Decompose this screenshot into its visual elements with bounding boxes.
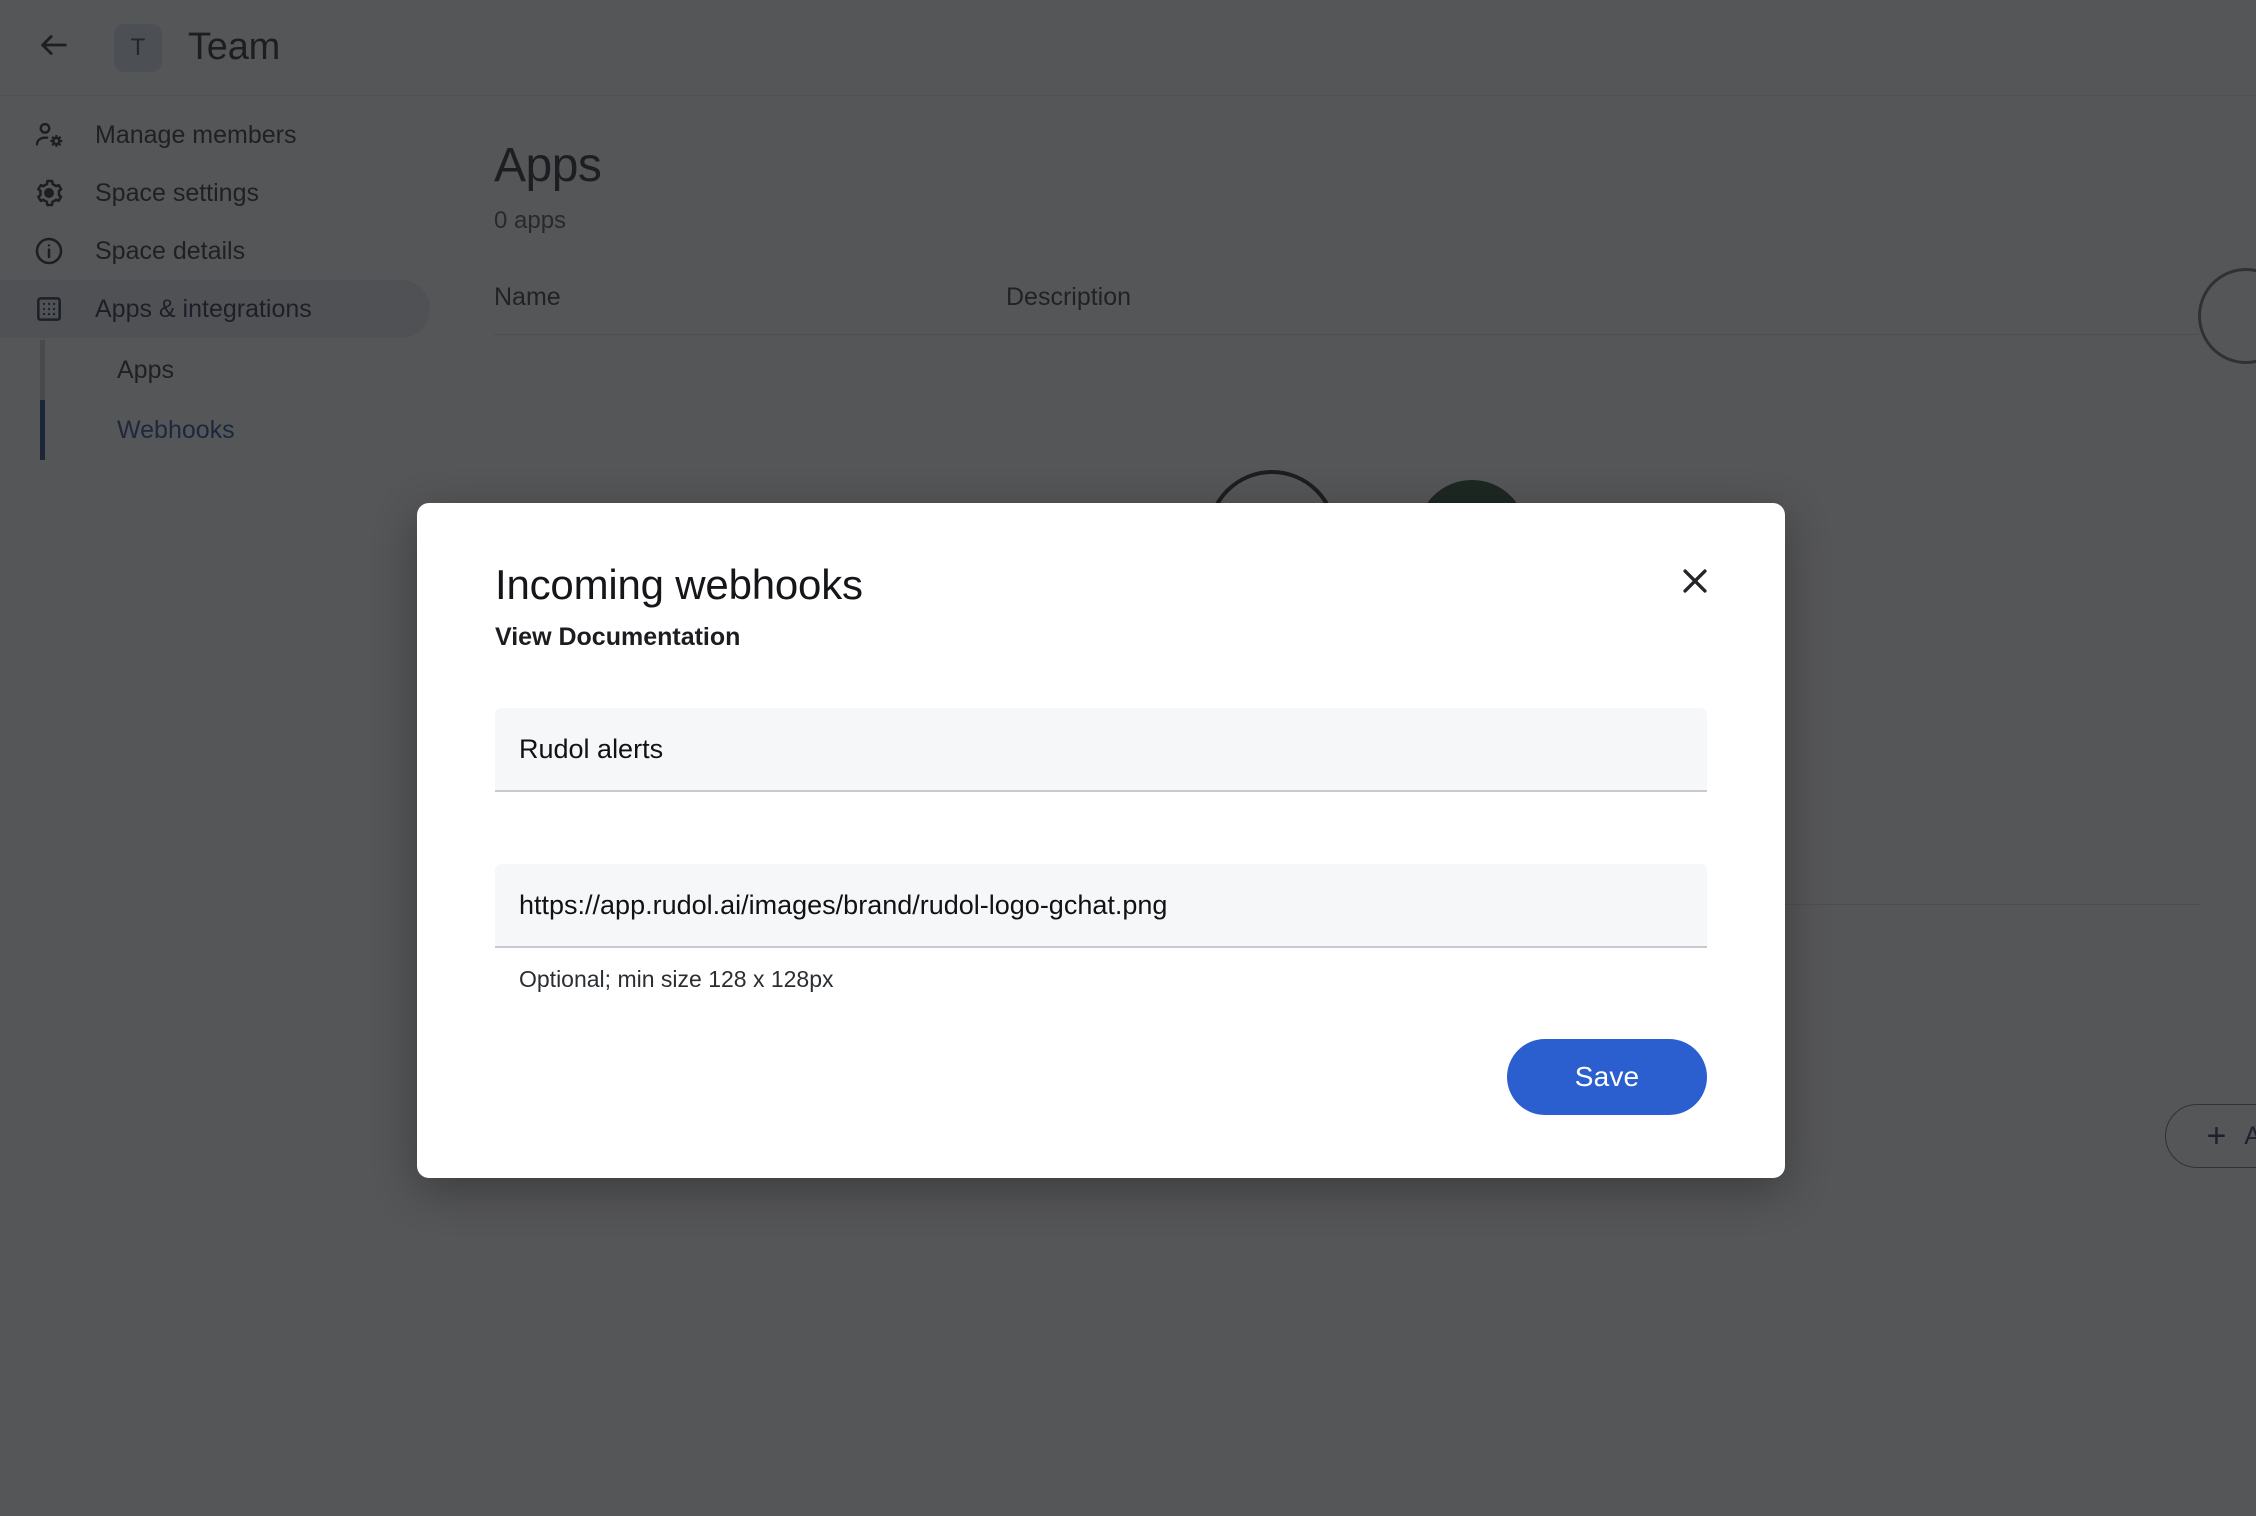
sidebar-item-label: Apps & integrations bbox=[95, 294, 312, 323]
back-button[interactable] bbox=[22, 16, 86, 80]
sidebar-subitem-label: Apps bbox=[117, 355, 174, 384]
info-circle-icon bbox=[28, 230, 70, 272]
sidebar-item-label: Space details bbox=[95, 236, 246, 265]
dialog-title: Incoming webhooks bbox=[495, 561, 863, 608]
save-button[interactable]: Save bbox=[1507, 1039, 1707, 1115]
decorative-circle bbox=[2198, 268, 2256, 364]
webhook-avatar-url-value: https://app.rudol.ai/images/brand/rudol-… bbox=[519, 889, 1168, 920]
sidebar-item-space-settings[interactable]: Space settings bbox=[0, 164, 430, 222]
sidebar-subitem-apps[interactable]: Apps bbox=[40, 340, 430, 400]
sidebar-item-manage-members[interactable]: Manage members bbox=[0, 106, 430, 164]
dialog-actions: Save bbox=[495, 1039, 1707, 1115]
sidebar-subitem-webhooks[interactable]: Webhooks bbox=[40, 400, 430, 460]
apps-table-header: Name Description bbox=[494, 283, 2200, 335]
page-title-space: Team bbox=[188, 26, 281, 68]
column-header-description: Description bbox=[1006, 283, 1132, 311]
space-avatar: T bbox=[114, 23, 162, 72]
webhook-name-value: Rudol alerts bbox=[519, 733, 664, 764]
sidebar-sub-list: Apps Webhooks bbox=[0, 340, 430, 460]
webhook-avatar-url-input[interactable]: https://app.rudol.ai/images/brand/rudol-… bbox=[495, 864, 1707, 948]
webhook-name-input[interactable]: Rudol alerts bbox=[495, 708, 1707, 792]
apps-count: 0 apps bbox=[494, 207, 567, 234]
app-root: T Team Manage members Space settings Spa… bbox=[0, 0, 2256, 1516]
add-webhook-button[interactable]: + A bbox=[2165, 1104, 2256, 1168]
sidebar-item-label: Manage members bbox=[95, 120, 297, 149]
add-webhook-label: A bbox=[2244, 1121, 2256, 1150]
sidebar-item-label: Space settings bbox=[95, 178, 259, 207]
apps-grid-icon bbox=[28, 288, 70, 330]
close-dialog-button[interactable] bbox=[1667, 555, 1723, 611]
sidebar-item-space-details[interactable]: Space details bbox=[0, 222, 430, 280]
plus-icon: + bbox=[2206, 1117, 2227, 1155]
arrow-left-icon bbox=[37, 28, 71, 67]
sidebar: Manage members Space settings Space deta… bbox=[0, 96, 430, 1516]
gear-icon bbox=[28, 172, 70, 214]
avatar-url-hint: Optional; min size 128 x 128px bbox=[519, 966, 834, 992]
apps-heading: Apps bbox=[494, 139, 602, 192]
view-documentation-link[interactable]: View Documentation bbox=[495, 623, 740, 652]
top-bar: T Team bbox=[0, 0, 2256, 96]
sidebar-subitem-label: Webhooks bbox=[117, 415, 235, 444]
close-icon bbox=[1678, 564, 1712, 603]
sidebar-item-apps-integrations[interactable]: Apps & integrations bbox=[0, 280, 430, 338]
manage-members-icon bbox=[28, 114, 70, 156]
column-header-name: Name bbox=[494, 283, 561, 311]
incoming-webhooks-dialog: Incoming webhooks View Documentation Rud… bbox=[417, 503, 1785, 1178]
